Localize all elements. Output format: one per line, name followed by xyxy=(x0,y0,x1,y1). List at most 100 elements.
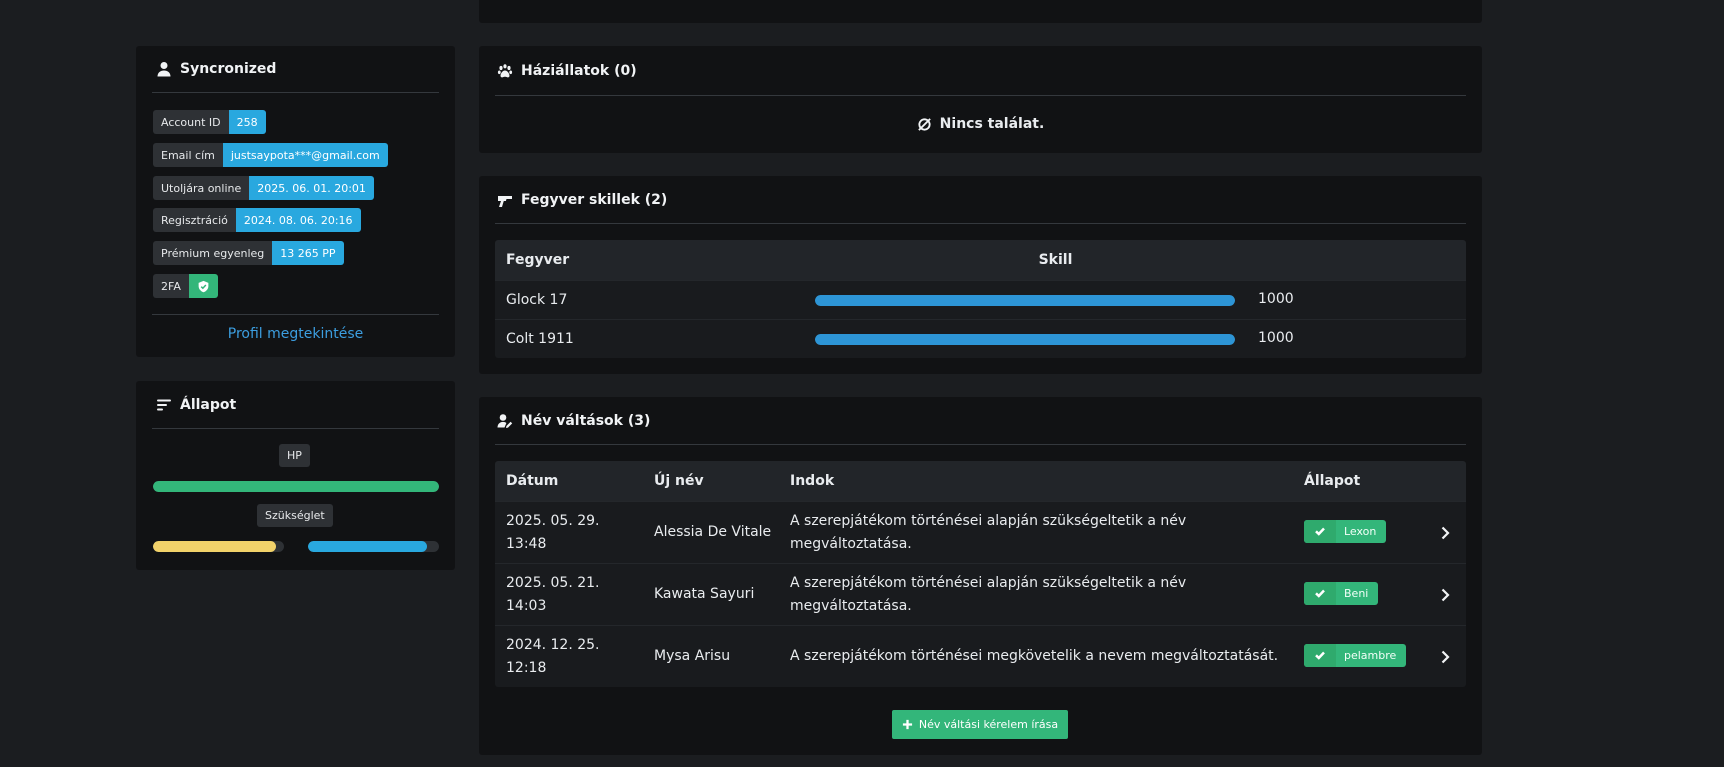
divider xyxy=(495,223,1466,224)
divider xyxy=(152,92,439,93)
food-bar xyxy=(153,541,284,552)
pistol-icon xyxy=(498,196,512,207)
registration-row: Regisztráció 2024. 08. 06. 20:16 xyxy=(153,208,361,232)
status-card-title: Állapot xyxy=(180,397,237,413)
needs-label: Szükséglet xyxy=(257,504,333,527)
skill-value: 1000 xyxy=(1258,330,1294,346)
pets-card: Háziállatok (0) Nincs találat. xyxy=(479,46,1482,153)
approver-name: Beni xyxy=(1344,586,1369,600)
skill-value: 1000 xyxy=(1258,291,1294,307)
new-name-cell: Alessia De Vitale xyxy=(654,524,772,540)
status-cell: Beni xyxy=(1293,581,1423,608)
name-changes-table: Dátum Új név Indok Állapot 2025. 05. 29.… xyxy=(495,461,1466,687)
new-name-cell: Mysa Arisu xyxy=(654,648,731,664)
check-icon xyxy=(1304,581,1336,605)
approver-name: pelambre xyxy=(1344,648,1397,662)
account-id-row: Account ID 258 xyxy=(153,110,266,134)
sort-lines-icon xyxy=(157,399,171,411)
reason-cell: A szerepjátékom történései megkövetelik … xyxy=(790,648,1279,664)
info-value: 258 xyxy=(228,110,266,134)
info-label: Email cím xyxy=(153,143,223,167)
plus-icon xyxy=(902,719,912,730)
column-header: Fegyver xyxy=(506,252,570,268)
divider xyxy=(495,95,1466,96)
account-card: Syncronized Account ID 258 Email cím jus… xyxy=(136,46,455,357)
user-icon xyxy=(157,62,171,77)
table-row: 2025. 05. 29. 13:48 Alessia De Vitale A … xyxy=(495,501,1466,563)
check-icon xyxy=(1304,519,1336,543)
info-label: 2FA xyxy=(153,274,189,298)
water-bar xyxy=(308,541,439,552)
view-profile-link[interactable]: Profil megtekintése xyxy=(136,326,455,342)
last-online-row: Utoljára online 2025. 06. 01. 20:01 xyxy=(153,176,374,200)
twofa-status xyxy=(188,274,218,298)
info-label: Prémium egyenleg xyxy=(153,241,273,265)
button-label: Név váltási kérelem írása xyxy=(918,718,1059,731)
water-bar-fill xyxy=(308,541,428,552)
divider xyxy=(495,444,1466,445)
hp-bar-fill xyxy=(153,481,439,492)
account-card-title: Syncronized xyxy=(180,61,277,77)
table-header: Dátum Új név Indok Állapot xyxy=(495,461,1466,501)
new-name-change-request-button[interactable]: Név váltási kérelem írása xyxy=(892,710,1068,739)
approved-badge: pelambre xyxy=(1304,643,1407,667)
weapon-skills-header: Fegyver skillek (2) xyxy=(497,192,667,208)
pets-card-header: Háziállatok (0) xyxy=(497,63,637,79)
row-details-button[interactable] xyxy=(1423,526,1466,540)
info-label: Regisztráció xyxy=(153,208,236,232)
name-changes-title: Név váltások (3) xyxy=(521,413,651,429)
name-changes-card: Név váltások (3) Dátum Új név Indok Álla… xyxy=(479,397,1482,755)
skill-bar xyxy=(815,334,1235,345)
food-bar-fill xyxy=(153,541,277,552)
info-value: justsaypota***@gmail.com xyxy=(222,143,388,167)
table-header: Fegyver Skill xyxy=(495,240,1466,280)
weapon-name: Glock 17 xyxy=(506,292,568,308)
table-row: 2025. 05. 21. 14:03 Kawata Sayuri A szer… xyxy=(495,563,1466,625)
row-details-button[interactable] xyxy=(1423,650,1466,664)
column-header: Állapot xyxy=(1304,472,1361,489)
weapon-skills-title: Fegyver skillek (2) xyxy=(521,192,668,208)
skill-bar-fill xyxy=(815,295,1235,306)
column-header: Indok xyxy=(790,472,835,489)
approved-badge: Lexon xyxy=(1304,519,1387,543)
name-changes-header: Név váltások (3) xyxy=(497,413,650,429)
approver-name: Lexon xyxy=(1344,524,1377,538)
info-label: Account ID xyxy=(153,110,229,134)
divider xyxy=(152,428,439,429)
empty-text: Nincs találat. xyxy=(939,116,1045,132)
row-details-button[interactable] xyxy=(1423,588,1466,602)
status-cell: Lexon xyxy=(1293,519,1423,546)
hp-label: HP xyxy=(279,444,310,467)
account-card-header: Syncronized xyxy=(156,61,276,77)
approved-badge: Beni xyxy=(1304,581,1379,605)
chevron-right-icon[interactable] xyxy=(1438,650,1452,664)
chevron-right-icon[interactable] xyxy=(1438,588,1452,602)
skill-cell: 1000 xyxy=(815,320,1466,358)
divider xyxy=(152,314,439,315)
top-partial-card xyxy=(479,0,1482,23)
date-cell: 2024. 12. 25. 12:18 xyxy=(506,636,600,676)
column-header: Skill xyxy=(1038,252,1073,268)
status-card-header: Állapot xyxy=(156,397,236,413)
email-row: Email cím justsaypota***@gmail.com xyxy=(153,143,388,167)
skill-bar-fill xyxy=(815,334,1235,345)
info-value: 2024. 08. 06. 20:16 xyxy=(235,208,361,232)
table-row: 2024. 12. 25. 12:18 Mysa Arisu A szerepj… xyxy=(495,625,1466,687)
new-name-cell: Kawata Sayuri xyxy=(654,586,755,602)
weapon-skills-table: Fegyver Skill Glock 17 1000 Colt 1911 10… xyxy=(495,240,1466,358)
weapon-name: Colt 1911 xyxy=(506,331,574,347)
column-header: Új név xyxy=(654,472,704,489)
status-cell: pelambre xyxy=(1293,643,1423,670)
twofa-row: 2FA xyxy=(153,274,218,298)
date-cell: 2025. 05. 29. 13:48 xyxy=(506,512,600,552)
weapon-skills-card: Fegyver skillek (2) Fegyver Skill Glock … xyxy=(479,176,1482,374)
user-edit-icon xyxy=(497,414,513,428)
chevron-right-icon[interactable] xyxy=(1438,526,1452,540)
check-icon xyxy=(1304,643,1336,667)
paw-icon xyxy=(497,64,513,78)
date-cell: 2025. 05. 21. 14:03 xyxy=(506,574,600,614)
reason-cell: A szerepjátékom történései alapján szüks… xyxy=(790,512,1187,552)
pets-empty-message: Nincs találat. xyxy=(479,116,1482,132)
status-card: Állapot HP Szükséglet xyxy=(136,381,455,570)
skill-cell: 1000 xyxy=(815,281,1466,319)
